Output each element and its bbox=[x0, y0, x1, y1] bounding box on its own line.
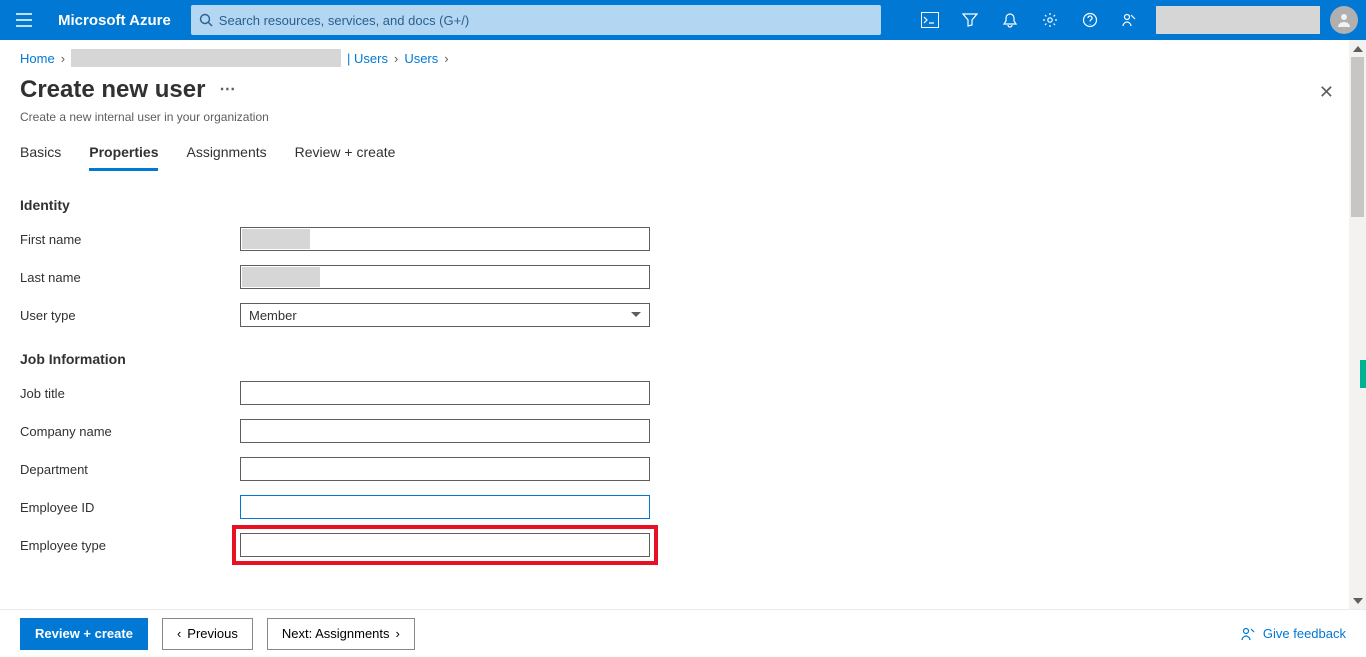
user-type-value: Member bbox=[249, 308, 297, 323]
user-type-select[interactable]: Member bbox=[240, 303, 650, 327]
next-label: Next: Assignments bbox=[282, 626, 390, 641]
feedback-icon[interactable] bbox=[1110, 0, 1150, 40]
vertical-scrollbar[interactable] bbox=[1349, 40, 1366, 609]
avatar[interactable] bbox=[1330, 6, 1358, 34]
label-company-name: Company name bbox=[20, 424, 240, 439]
search-input[interactable] bbox=[219, 13, 873, 28]
settings-icon[interactable] bbox=[1030, 0, 1070, 40]
previous-label: Previous bbox=[187, 626, 238, 641]
feedback-label: Give feedback bbox=[1263, 626, 1346, 641]
tabs: Basics Properties Assignments Review + c… bbox=[0, 138, 1366, 171]
review-create-button[interactable]: Review + create bbox=[20, 618, 148, 650]
tab-basics[interactable]: Basics bbox=[20, 138, 61, 171]
next-button[interactable]: Next: Assignments › bbox=[267, 618, 415, 650]
previous-button[interactable]: ‹ Previous bbox=[162, 618, 253, 650]
label-last-name: Last name bbox=[20, 270, 240, 285]
cloud-shell-icon[interactable] bbox=[910, 0, 950, 40]
label-first-name: First name bbox=[20, 232, 240, 247]
form: Identity First name Last name User type … bbox=[0, 197, 1366, 617]
chevron-left-icon: ‹ bbox=[177, 626, 181, 641]
label-user-type: User type bbox=[20, 308, 240, 323]
job-title-field[interactable] bbox=[240, 381, 650, 405]
notifications-icon[interactable] bbox=[990, 0, 1030, 40]
help-icon[interactable] bbox=[1070, 0, 1110, 40]
chevron-right-icon: › bbox=[61, 51, 65, 66]
tab-properties[interactable]: Properties bbox=[89, 138, 158, 171]
brand[interactable]: Microsoft Azure bbox=[58, 12, 171, 29]
company-name-field[interactable] bbox=[240, 419, 650, 443]
department-field[interactable] bbox=[240, 457, 650, 481]
crumb-home[interactable]: Home bbox=[20, 51, 55, 66]
chevron-right-icon: › bbox=[444, 51, 448, 66]
menu-icon[interactable] bbox=[8, 13, 40, 27]
crumb-redacted bbox=[71, 49, 341, 67]
feedback-person-icon bbox=[1241, 626, 1257, 642]
crumb-users-segment[interactable]: | Users bbox=[347, 51, 388, 66]
label-employee-type: Employee type bbox=[20, 538, 240, 553]
filter-icon[interactable] bbox=[950, 0, 990, 40]
redacted-value bbox=[242, 267, 320, 287]
topbar: Microsoft Azure bbox=[0, 0, 1366, 40]
label-employee-id: Employee ID bbox=[20, 500, 240, 515]
chevron-right-icon: › bbox=[396, 626, 400, 641]
account-label-redacted bbox=[1156, 6, 1320, 34]
section-job: Job Information bbox=[20, 351, 1346, 367]
chevron-right-icon: › bbox=[394, 51, 398, 66]
global-search[interactable] bbox=[191, 5, 881, 35]
employee-id-field[interactable] bbox=[240, 495, 650, 519]
page-subtitle: Create a new internal user in your organ… bbox=[0, 110, 1366, 138]
crumb-users[interactable]: Users bbox=[404, 51, 438, 66]
page-title: Create new user bbox=[20, 76, 205, 104]
scroll-marker bbox=[1360, 360, 1366, 388]
page-header: Create new user ⋯ bbox=[0, 76, 1366, 110]
redacted-value bbox=[242, 229, 310, 249]
employee-type-field[interactable] bbox=[240, 533, 650, 557]
breadcrumb: Home › | Users › Users › bbox=[0, 40, 1366, 76]
label-job-title: Job title bbox=[20, 386, 240, 401]
give-feedback-link[interactable]: Give feedback bbox=[1241, 626, 1346, 642]
scroll-down-icon[interactable] bbox=[1349, 592, 1366, 609]
scroll-up-icon[interactable] bbox=[1349, 40, 1366, 57]
more-icon[interactable]: ⋯ bbox=[219, 82, 235, 98]
close-icon[interactable]: ✕ bbox=[1311, 78, 1342, 107]
section-identity: Identity bbox=[20, 197, 1346, 213]
tab-assignments[interactable]: Assignments bbox=[186, 138, 266, 171]
scroll-thumb[interactable] bbox=[1351, 57, 1364, 217]
tab-review[interactable]: Review + create bbox=[295, 138, 396, 171]
topbar-actions bbox=[910, 0, 1358, 40]
footer: Review + create ‹ Previous Next: Assignm… bbox=[0, 609, 1366, 657]
label-department: Department bbox=[20, 462, 240, 477]
search-icon bbox=[199, 13, 213, 27]
